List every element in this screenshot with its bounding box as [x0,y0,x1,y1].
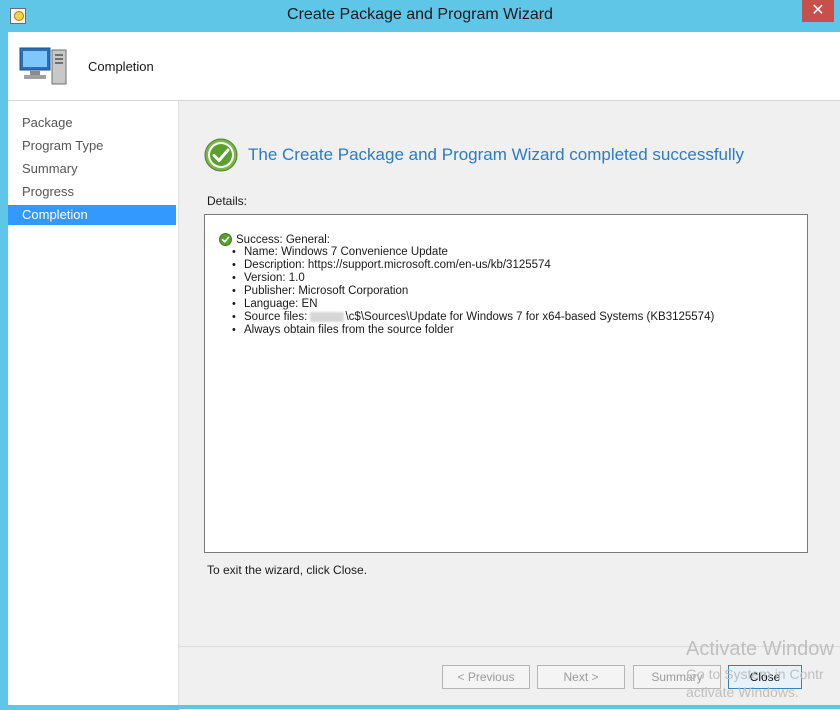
nav-item-package[interactable]: Package [8,113,176,133]
activation-watermark-line1: Activate Window [686,638,834,660]
window-close-button[interactable]: ✕ [802,0,834,22]
nav-item-program-type[interactable]: Program Type [8,136,176,156]
window-title: Create Package and Program Wizard [287,6,553,23]
nav-item-summary[interactable]: Summary [8,159,176,179]
main-panel: The Create Package and Program Wizard co… [179,101,840,710]
window-bottom-border [0,705,840,709]
success-message: The Create Package and Program Wizard co… [248,145,745,164]
details-label: Details: [207,194,248,208]
mini-check-icon [219,233,232,246]
detail-source-files: Source files: \c$\Sources\Update for Win… [232,311,715,324]
activation-watermark-line2: Go to System in Contr [686,666,824,682]
page-title: Completion [88,59,154,74]
details-textbox[interactable]: Success: General: Name: Windows 7 Conven… [204,214,808,553]
detail-always-obtain: Always obtain files from the source fold… [232,324,714,337]
detail-publisher: Publisher: Microsoft Corporation [232,285,714,298]
nav-item-progress[interactable]: Progress [8,182,176,202]
title-bar[interactable]: Create Package and Program Wizard ✕ [0,0,840,32]
previous-button[interactable]: < Previous [442,665,530,689]
success-check-icon [204,138,238,172]
wizard-steps-nav: Package Program Type Summary Progress Co… [8,101,179,709]
detail-version: Version: 1.0 [232,272,714,285]
computer-icon [19,47,67,85]
status-line: Success: General: [219,233,714,246]
detail-description: Description: https://support.microsoft.c… [232,259,714,272]
details-list: Name: Windows 7 Convenience Update Descr… [219,246,714,337]
details-content: Success: General: Name: Windows 7 Conven… [219,233,714,337]
detail-language: Language: EN [232,298,714,311]
activation-watermark-line3: activate Windows. [686,684,799,700]
wizard-window: Create Package and Program Wizard ✕ Comp… [0,0,840,710]
status-text: Success: General: [236,233,330,246]
nav-item-completion[interactable]: Completion [8,205,176,225]
next-button[interactable]: Next > [537,665,625,689]
detail-name: Name: Windows 7 Convenience Update [232,246,714,259]
source-files-prefix: Source files: [244,311,311,323]
exit-instruction: To exit the wizard, click Close. [207,563,368,577]
source-files-path: \c$\Sources\Update for Windows 7 for x64… [345,311,715,323]
wizard-header: Completion [8,32,840,101]
redacted-server-name [310,311,345,322]
